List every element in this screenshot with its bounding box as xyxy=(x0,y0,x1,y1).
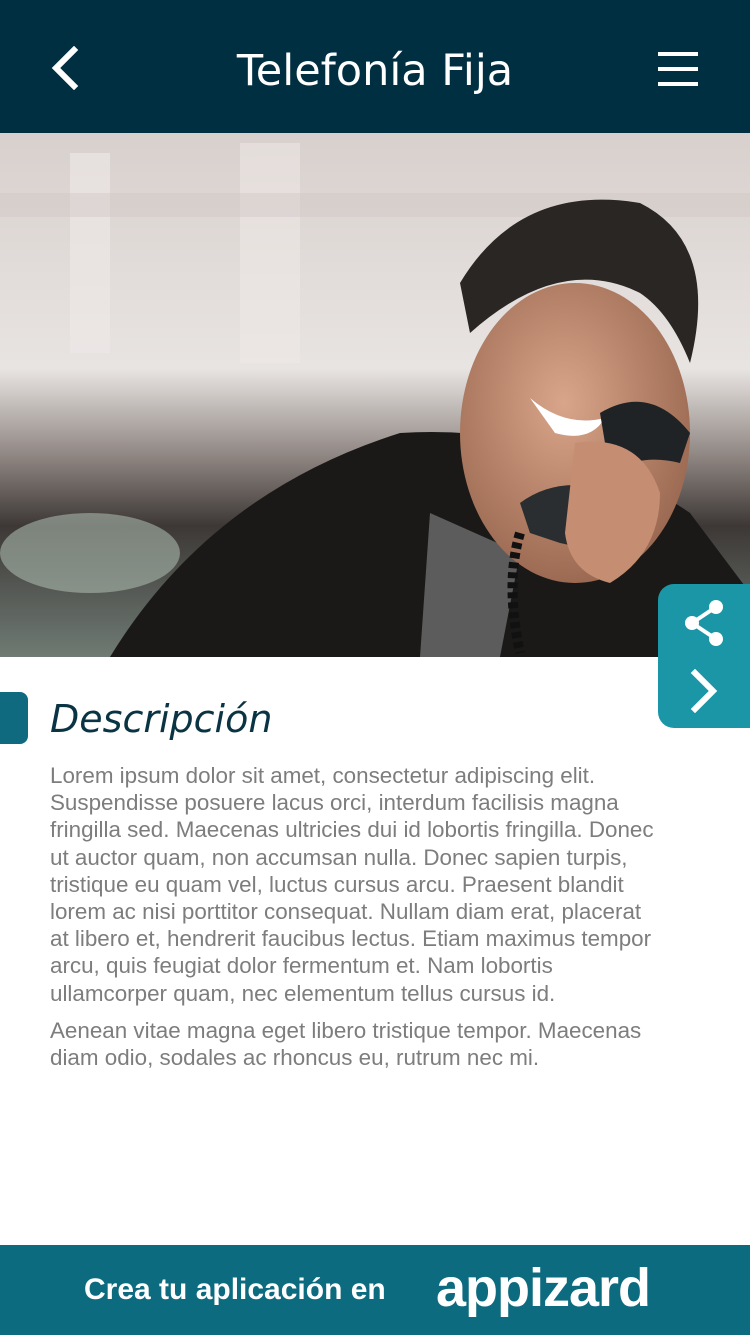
description-paragraph: Aenean vitae magna eget libero tristique… xyxy=(50,1017,642,1071)
hero-image xyxy=(0,133,750,657)
section-marker xyxy=(0,692,28,744)
man-on-phone-photo xyxy=(0,133,750,657)
description-text: Lorem ipsum dolor sit amet, consectetur … xyxy=(50,762,660,1081)
chevron-right-icon xyxy=(690,669,718,713)
section-heading: Descripción xyxy=(50,697,273,741)
chevron-left-icon xyxy=(51,46,79,90)
share-icon xyxy=(685,600,723,646)
description-paragraph: Lorem ipsum dolor sit amet, consectetur … xyxy=(50,763,654,1006)
menu-button[interactable] xyxy=(648,42,708,96)
hamburger-menu-icon xyxy=(658,52,698,86)
next-button[interactable] xyxy=(658,660,750,722)
footer-text: Crea tu aplicación en xyxy=(84,1273,386,1306)
share-button[interactable] xyxy=(658,592,750,654)
side-action-panel xyxy=(658,584,750,728)
page-title: Telefonía Fija xyxy=(236,46,514,96)
header-bar: Telefonía Fija xyxy=(0,0,750,133)
back-button[interactable] xyxy=(40,40,90,96)
appizard-logo: appizard xyxy=(436,1258,651,1318)
